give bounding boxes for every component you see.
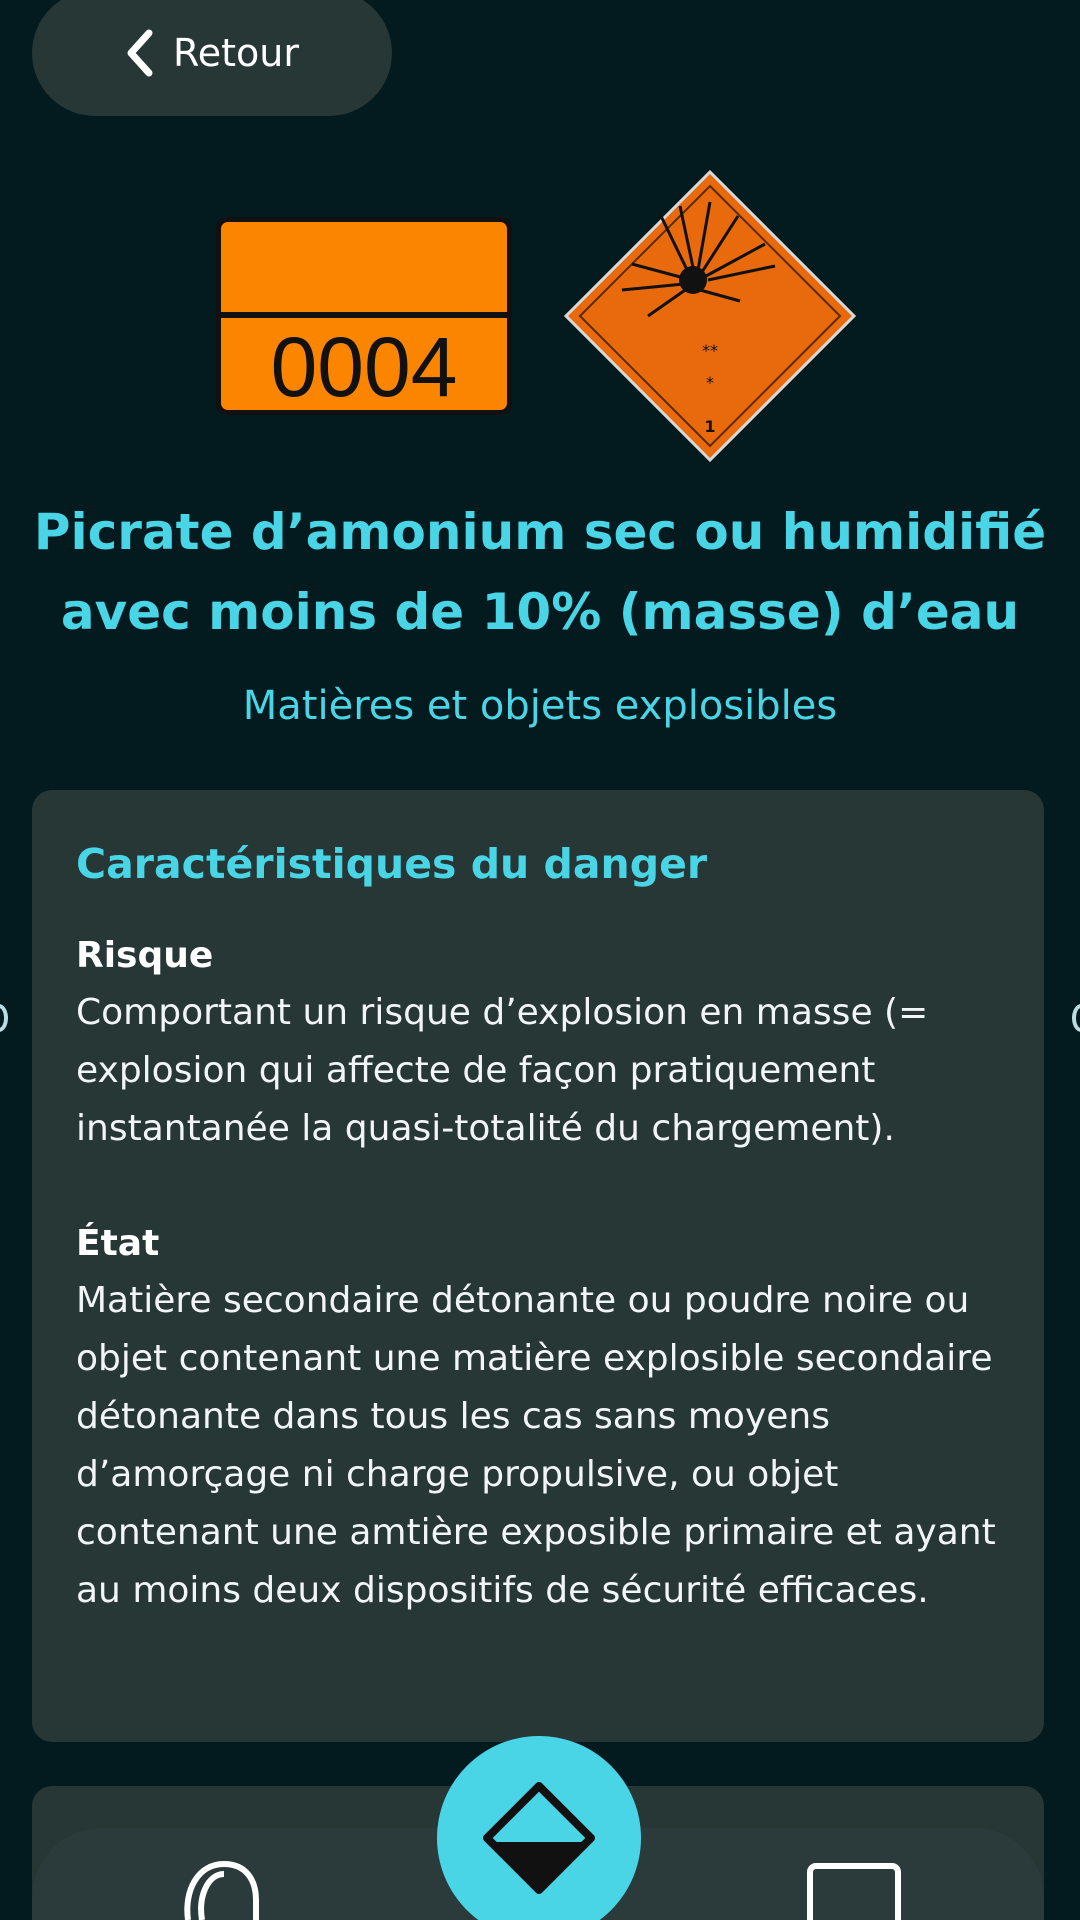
explosive-hazard-label-icon: ** * 1: [563, 169, 857, 463]
hazard-plates: 0004 ** * 1: [0, 160, 1080, 470]
hazard-center-button[interactable]: [437, 1736, 641, 1920]
back-button[interactable]: Retour: [32, 0, 392, 116]
diamond-icon: [483, 1782, 595, 1894]
plate-divider: [221, 312, 507, 318]
risk-text: Comportant un risque d’explosion en mass…: [76, 992, 929, 1149]
hazard-marks-top: **: [702, 341, 718, 360]
search-icon[interactable]: [180, 1860, 260, 1920]
back-label: Retour: [173, 31, 299, 75]
screen-icon[interactable]: [806, 1862, 902, 1920]
chevron-left-icon: [127, 29, 153, 77]
state-label: État: [76, 1223, 160, 1264]
risk-label: Risque: [76, 935, 214, 976]
danger-characteristics-card: Caractéristiques du danger Risque Compor…: [32, 790, 1044, 1742]
orange-plate: 0004: [216, 217, 512, 415]
hazard-class-subtitle: Matières et objets explosibles: [242, 683, 838, 729]
hazard-class-number: 1: [704, 417, 715, 436]
card-title: Caractéristiques du danger: [76, 840, 708, 888]
substance-title: Picrate d’amonium sec ou humidifié avec …: [33, 503, 1047, 641]
un-number: 0004: [270, 320, 458, 414]
hazard-marks-mid: *: [706, 373, 714, 392]
state-text: Matière secondaire détonante ou poudre n…: [76, 1280, 996, 1611]
left-scroll-handle[interactable]: [0, 1004, 8, 1032]
right-scroll-handle[interactable]: [1072, 1004, 1080, 1032]
